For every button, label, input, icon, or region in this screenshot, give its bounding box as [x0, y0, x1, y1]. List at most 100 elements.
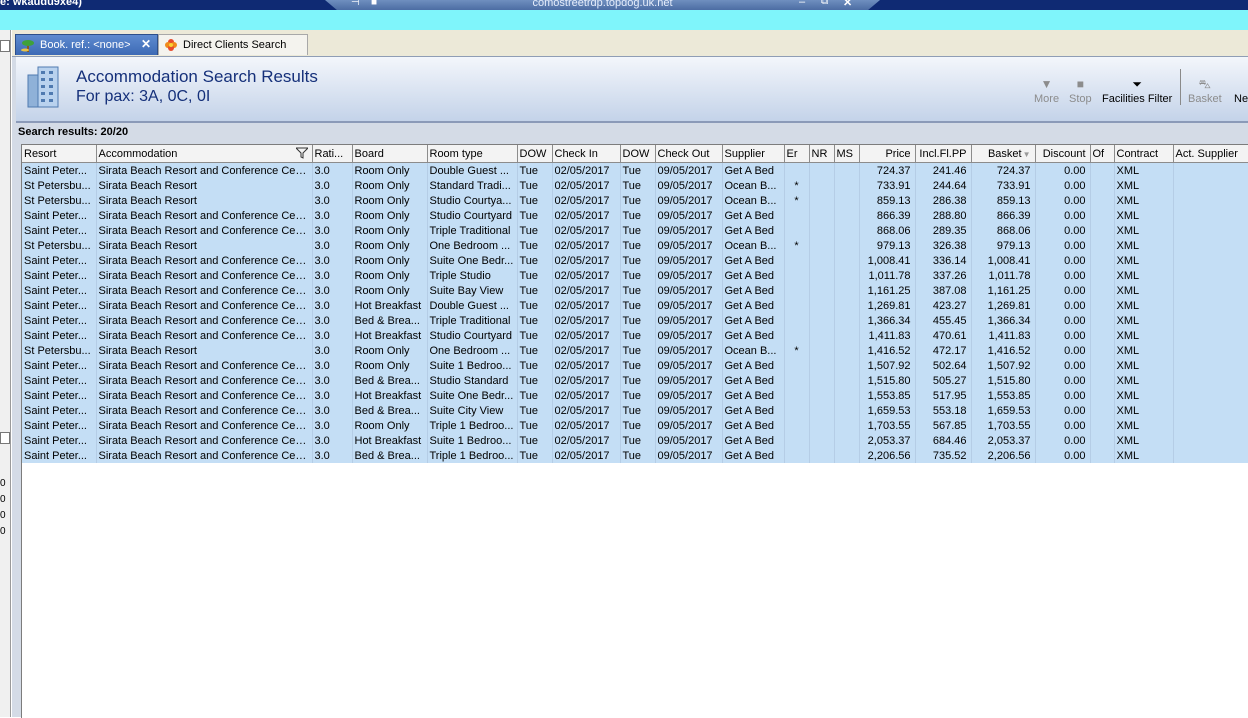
table-cell: 470.61: [915, 328, 972, 343]
column-header-check-in[interactable]: Check In: [552, 145, 621, 163]
table-cell: [1173, 433, 1248, 448]
table-row[interactable]: Saint Peter... Sirata Beach Resort and Co…: [22, 418, 1248, 433]
collapse-button[interactable]: [0, 40, 10, 52]
table-cell: [784, 358, 810, 373]
tab-booking[interactable]: Book. ref.: <none> ✕: [15, 34, 158, 55]
more-button[interactable]: ▼ More: [1034, 75, 1059, 105]
table-cell: Saint Peter...: [22, 268, 97, 283]
column-header-of[interactable]: Of: [1090, 145, 1115, 163]
table-cell: 09/05/2017: [655, 358, 723, 373]
table-cell: Sirata Beach Resort and Conference Cen..…: [96, 448, 313, 463]
table-row[interactable]: Saint Peter... Sirata Beach Resort and Co…: [22, 298, 1248, 313]
panel-button[interactable]: [0, 432, 10, 444]
column-header-act-supplier[interactable]: Act. Supplier: [1173, 145, 1248, 163]
table-row[interactable]: Saint Peter... Sirata Beach Resort and Co…: [22, 373, 1248, 388]
next-button[interactable]: Ne: [1234, 75, 1248, 105]
table-cell: XML: [1114, 418, 1174, 433]
column-header-price[interactable]: Price: [859, 145, 916, 163]
table-cell: St Petersbu...: [22, 193, 97, 208]
table-cell: Sirata Beach Resort and Conference Cen..…: [96, 283, 313, 298]
table-cell: Room Only: [352, 358, 428, 373]
table-row[interactable]: Saint Peter... Sirata Beach Resort and Co…: [22, 358, 1248, 373]
column-header-nr[interactable]: NR: [809, 145, 835, 163]
table-cell: 387.08: [915, 283, 972, 298]
table-cell: One Bedroom ...: [427, 238, 518, 253]
table-row[interactable]: St Petersbu... Sirata Beach Resort 3.0 Room…: [22, 178, 1248, 193]
table-cell: Room Only: [352, 193, 428, 208]
column-header-ms[interactable]: MS: [834, 145, 860, 163]
column-header-er[interactable]: Er: [784, 145, 810, 163]
table-row[interactable]: Saint Peter... Sirata Beach Resort and Co…: [22, 433, 1248, 448]
table-cell: 423.27: [915, 298, 972, 313]
facilities-filter-button[interactable]: ⏷ Facilities Filter: [1102, 75, 1172, 105]
table-cell: Tue: [517, 162, 553, 178]
table-row[interactable]: Saint Peter... Sirata Beach Resort and Co…: [22, 283, 1248, 298]
column-header-incl-fl-pp[interactable]: Incl.Fl.PP: [915, 145, 972, 163]
column-header-board[interactable]: Board: [352, 145, 428, 163]
column-header-resort[interactable]: Resort: [22, 145, 97, 163]
table-cell: [834, 373, 860, 388]
tab-direct-clients-search[interactable]: Direct Clients Search: [158, 34, 308, 55]
table-cell: 1,416.52: [971, 343, 1036, 358]
column-header-supplier[interactable]: Supplier: [722, 145, 785, 163]
table-cell: 09/05/2017: [655, 223, 723, 238]
table-row[interactable]: Saint Peter... Sirata Beach Resort and Co…: [22, 403, 1248, 418]
table-cell: [784, 313, 810, 328]
table-cell: 0.00: [1035, 268, 1091, 283]
funnel-icon: ⏷: [1132, 77, 1142, 91]
table-cell: Room Only: [352, 223, 428, 238]
table-cell: XML: [1114, 388, 1174, 403]
column-header-basket[interactable]: Basket▼: [971, 145, 1036, 163]
column-header-dow-out[interactable]: DOW: [620, 145, 656, 163]
table-cell: Get A Bed: [722, 268, 785, 283]
stop-button[interactable]: ■ Stop: [1069, 75, 1092, 105]
desktop-strip: [0, 10, 1248, 30]
table-row[interactable]: Saint Peter... Sirata Beach Resort and Co…: [22, 388, 1248, 403]
table-cell: [809, 313, 835, 328]
table-row[interactable]: Saint Peter... Sirata Beach Resort and Co…: [22, 448, 1248, 463]
table-cell: Get A Bed: [722, 283, 785, 298]
table-cell: 0.00: [1035, 193, 1091, 208]
table-row[interactable]: Saint Peter... Sirata Beach Resort and Co…: [22, 268, 1248, 283]
table-cell: 1,416.52: [859, 343, 916, 358]
table-row[interactable]: St Petersbu... Sirata Beach Resort 3.0 Room…: [22, 238, 1248, 253]
table-row[interactable]: Saint Peter... Sirata Beach Resort and Co…: [22, 208, 1248, 223]
table-cell: Tue: [620, 388, 656, 403]
panel-value: 0: [0, 494, 6, 505]
table-cell: [834, 448, 860, 463]
table-row[interactable]: Saint Peter... Sirata Beach Resort and Co…: [22, 253, 1248, 268]
table-cell: 02/05/2017: [552, 403, 621, 418]
table-cell: 567.85: [915, 418, 972, 433]
table-cell: 02/05/2017: [552, 298, 621, 313]
table-row[interactable]: Saint Peter... Sirata Beach Resort and Co…: [22, 313, 1248, 328]
table-cell: 02/05/2017: [552, 238, 621, 253]
table-cell: 1,011.78: [859, 268, 916, 283]
table-cell: XML: [1114, 238, 1174, 253]
table-row[interactable]: Saint Peter... Sirata Beach Resort and Co…: [22, 223, 1248, 238]
table-cell: [1090, 223, 1115, 238]
restore-icon[interactable]: ⧉: [821, 0, 828, 7]
table-cell: Tue: [517, 343, 553, 358]
table-cell: Tue: [517, 373, 553, 388]
column-header-accommodation[interactable]: Accommodation: [96, 145, 313, 163]
close-icon[interactable]: ✕: [843, 0, 852, 9]
column-header-contract[interactable]: Contract: [1114, 145, 1174, 163]
column-header-discount[interactable]: Discount: [1035, 145, 1091, 163]
close-tab-icon[interactable]: ✕: [141, 37, 151, 51]
filter-icon[interactable]: [295, 147, 308, 159]
table-cell: [1173, 162, 1248, 178]
basket-button[interactable]: ⛍ Basket: [1188, 75, 1222, 105]
column-header-room-type[interactable]: Room type: [427, 145, 518, 163]
table-cell: Tue: [620, 268, 656, 283]
column-header-dow-in[interactable]: DOW: [517, 145, 553, 163]
table-row[interactable]: St Petersbu... Sirata Beach Resort 3.0 Room…: [22, 193, 1248, 208]
column-header-rating[interactable]: Rati...: [312, 145, 353, 163]
table-row[interactable]: Saint Peter... Sirata Beach Resort and Co…: [22, 162, 1248, 178]
table-cell: 0.00: [1035, 283, 1091, 298]
table-cell: 09/05/2017: [655, 298, 723, 313]
table-row[interactable]: Saint Peter... Sirata Beach Resort and Co…: [22, 328, 1248, 343]
column-header-check-out[interactable]: Check Out: [655, 145, 723, 163]
minimize-icon[interactable]: –: [799, 0, 805, 8]
table-cell: Tue: [620, 283, 656, 298]
table-row[interactable]: St Petersbu... Sirata Beach Resort 3.0 Room…: [22, 343, 1248, 358]
